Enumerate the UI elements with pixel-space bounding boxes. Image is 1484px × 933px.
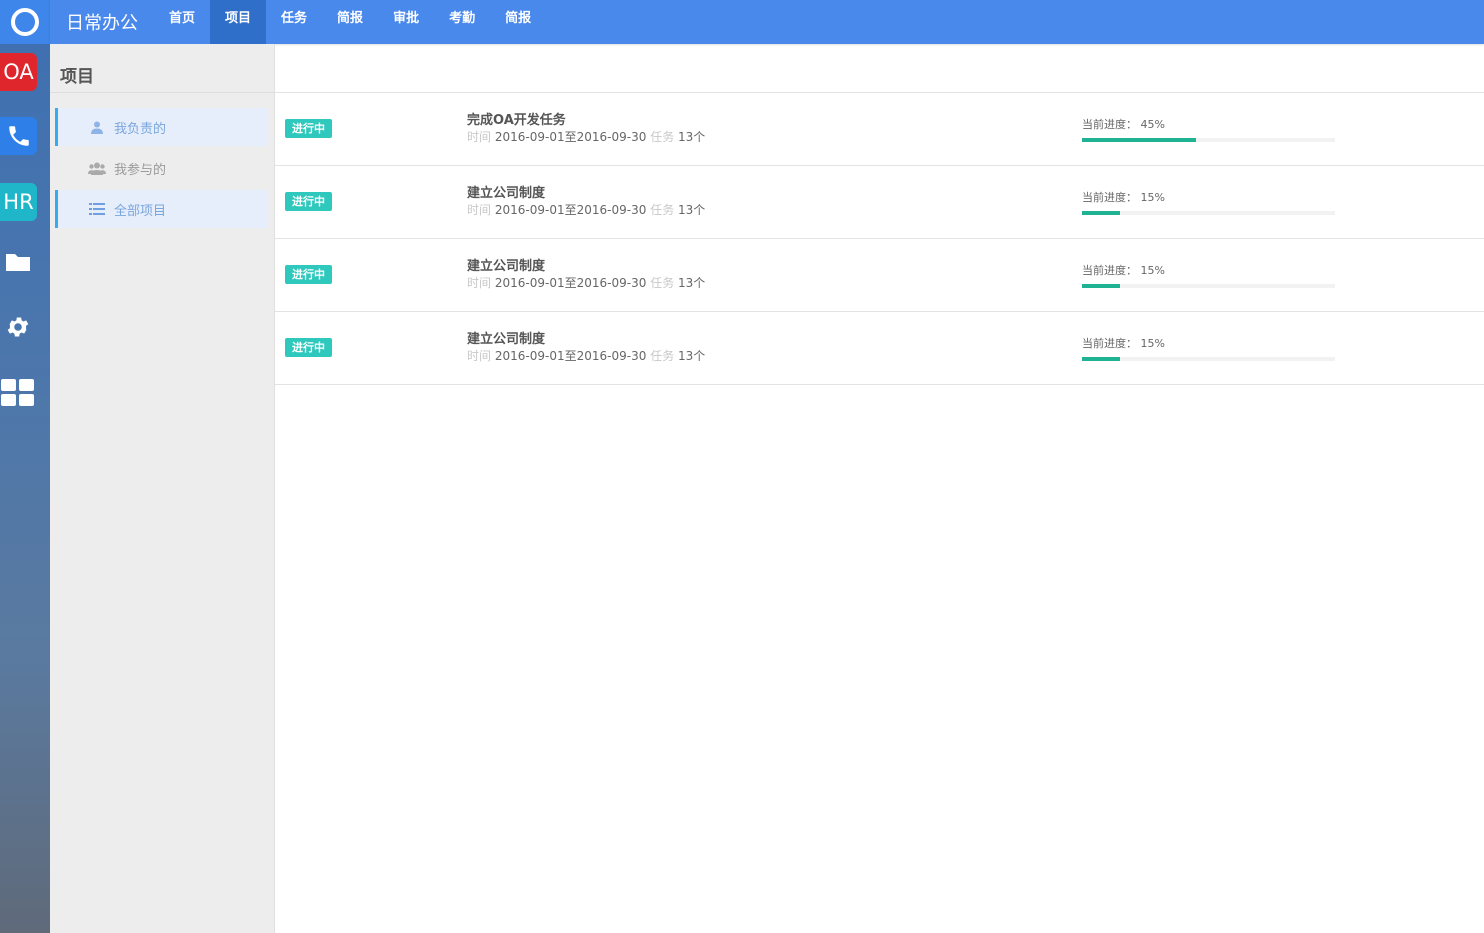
progress-value: 45% bbox=[1140, 118, 1165, 131]
task-count: 13个 bbox=[678, 203, 706, 217]
task-label: 任务 bbox=[650, 203, 675, 217]
progress-label: 当前进度： 15% bbox=[1082, 335, 1165, 351]
app-dock: OA HR bbox=[0, 0, 50, 933]
end-date: 2016-09-30 bbox=[576, 130, 647, 144]
project-list: 进行中 完成OA开发任务 时间 2016-09-01至2016-09-30 任务… bbox=[275, 44, 1484, 385]
nav-item-approval[interactable]: 审批 bbox=[378, 0, 434, 44]
sidebar-title: 项目 bbox=[50, 44, 274, 93]
hr-label: HR bbox=[3, 190, 34, 214]
start-date: 2016-09-01 bbox=[494, 130, 565, 144]
folder-icon[interactable] bbox=[4, 248, 32, 276]
home-ring-icon[interactable] bbox=[0, 0, 50, 44]
end-date: 2016-09-30 bbox=[576, 203, 647, 217]
phone-icon[interactable] bbox=[0, 117, 37, 155]
nav-item-tasks[interactable]: 任务 bbox=[266, 0, 322, 44]
time-label: 时间 bbox=[467, 349, 492, 363]
project-row[interactable]: 进行中 建立公司制度 时间 2016-09-01至2016-09-30 任务 1… bbox=[275, 312, 1484, 385]
task-count: 13个 bbox=[678, 130, 706, 144]
progress-track bbox=[1082, 211, 1335, 215]
oa-label: OA bbox=[3, 60, 34, 84]
progress-label: 当前进度： 45% bbox=[1082, 116, 1165, 132]
progress-caption: 当前进度： bbox=[1082, 191, 1137, 204]
progress-track bbox=[1082, 284, 1335, 288]
sidebar-item-all[interactable]: 全部项目 bbox=[55, 190, 268, 228]
task-label: 任务 bbox=[650, 349, 675, 363]
project-row[interactable]: 进行中 完成OA开发任务 时间 2016-09-01至2016-09-30 任务… bbox=[275, 93, 1484, 166]
progress-fill bbox=[1082, 138, 1196, 142]
progress-fill bbox=[1082, 357, 1120, 361]
nav-item-briefs-2[interactable]: 简报 bbox=[490, 0, 546, 44]
date-separator: 至 bbox=[564, 276, 577, 290]
progress-caption: 当前进度： bbox=[1082, 337, 1137, 350]
progress-fill bbox=[1082, 284, 1120, 288]
start-date: 2016-09-01 bbox=[494, 276, 565, 290]
sidebar-item-label: 我负责的 bbox=[114, 121, 167, 137]
app-brand[interactable]: 日常办公 bbox=[50, 9, 154, 35]
nav-item-home[interactable]: 首页 bbox=[154, 0, 210, 44]
end-date: 2016-09-30 bbox=[576, 349, 647, 363]
project-meta: 时间 2016-09-01至2016-09-30 任务 13个 bbox=[467, 201, 705, 218]
time-label: 时间 bbox=[467, 276, 492, 290]
progress-track bbox=[1082, 357, 1335, 361]
top-navbar: 日常办公 首页 项目 任务 简报 审批 考勤 简报 bbox=[50, 0, 1484, 44]
project-meta: 时间 2016-09-01至2016-09-30 任务 13个 bbox=[467, 274, 705, 291]
date-separator: 至 bbox=[564, 130, 577, 144]
sidebar-item-label: 全部项目 bbox=[114, 203, 167, 219]
progress-value: 15% bbox=[1140, 337, 1165, 350]
oa-app-tile[interactable]: OA bbox=[0, 53, 37, 91]
date-separator: 至 bbox=[564, 203, 577, 217]
status-badge: 进行中 bbox=[285, 119, 332, 138]
progress-value: 15% bbox=[1140, 191, 1165, 204]
grid-apps-icon[interactable] bbox=[1, 379, 35, 407]
project-title[interactable]: 建立公司制度 bbox=[467, 182, 545, 201]
list-header-spacer bbox=[275, 44, 1484, 93]
project-title[interactable]: 完成OA开发任务 bbox=[467, 109, 566, 128]
nav-item-briefs[interactable]: 简报 bbox=[322, 0, 378, 44]
start-date: 2016-09-01 bbox=[494, 349, 565, 363]
progress-label: 当前进度： 15% bbox=[1082, 189, 1165, 205]
progress-caption: 当前进度： bbox=[1082, 264, 1137, 277]
status-badge: 进行中 bbox=[285, 265, 332, 284]
user-icon bbox=[88, 120, 106, 134]
users-icon bbox=[88, 161, 106, 175]
project-meta: 时间 2016-09-01至2016-09-30 任务 13个 bbox=[467, 128, 705, 145]
progress-label: 当前进度： 15% bbox=[1082, 262, 1165, 278]
end-date: 2016-09-30 bbox=[576, 276, 647, 290]
project-sidebar: 项目 我负责的 我参与的 全部项目 bbox=[50, 44, 275, 933]
project-title[interactable]: 建立公司制度 bbox=[467, 328, 545, 347]
task-label: 任务 bbox=[650, 276, 675, 290]
sidebar-item-participating[interactable]: 我参与的 bbox=[55, 149, 268, 187]
project-meta: 时间 2016-09-01至2016-09-30 任务 13个 bbox=[467, 347, 705, 364]
list-icon bbox=[88, 202, 106, 216]
task-label: 任务 bbox=[650, 130, 675, 144]
main-nav: 首页 项目 任务 简报 审批 考勤 简报 bbox=[154, 0, 546, 44]
gear-icon[interactable] bbox=[4, 313, 32, 341]
project-row[interactable]: 进行中 建立公司制度 时间 2016-09-01至2016-09-30 任务 1… bbox=[275, 239, 1484, 312]
progress-caption: 当前进度： bbox=[1082, 118, 1137, 131]
task-count: 13个 bbox=[678, 349, 706, 363]
time-label: 时间 bbox=[467, 130, 492, 144]
task-count: 13个 bbox=[678, 276, 706, 290]
project-row[interactable]: 进行中 建立公司制度 时间 2016-09-01至2016-09-30 任务 1… bbox=[275, 166, 1484, 239]
nav-item-projects[interactable]: 项目 bbox=[210, 0, 267, 44]
progress-fill bbox=[1082, 211, 1120, 215]
project-title[interactable]: 建立公司制度 bbox=[467, 255, 545, 274]
sidebar-item-mine[interactable]: 我负责的 bbox=[55, 108, 268, 146]
status-badge: 进行中 bbox=[285, 192, 332, 211]
sidebar-item-label: 我参与的 bbox=[114, 162, 167, 178]
date-separator: 至 bbox=[564, 349, 577, 363]
hr-app-tile[interactable]: HR bbox=[0, 183, 37, 221]
start-date: 2016-09-01 bbox=[494, 203, 565, 217]
nav-item-attendance[interactable]: 考勤 bbox=[434, 0, 490, 44]
progress-value: 15% bbox=[1140, 264, 1165, 277]
time-label: 时间 bbox=[467, 203, 492, 217]
progress-track bbox=[1082, 138, 1335, 142]
status-badge: 进行中 bbox=[285, 338, 332, 357]
